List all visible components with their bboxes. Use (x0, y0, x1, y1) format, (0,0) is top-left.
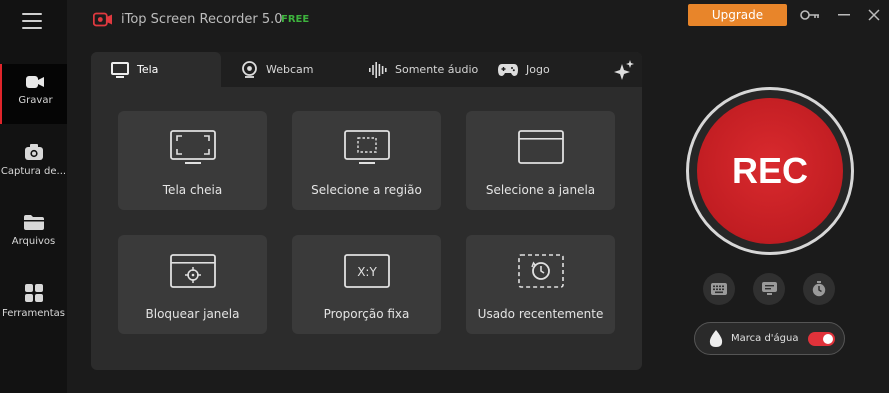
annotation-button[interactable] (753, 273, 785, 305)
rec-label: REC (731, 150, 808, 191)
sidebar-item-label: Arquivos (11, 236, 56, 247)
full-screen-icon (169, 130, 216, 164)
keyboard-button[interactable] (703, 273, 735, 305)
stopwatch-icon (812, 281, 826, 297)
tab-somente-audio[interactable]: Somente áudio (369, 52, 478, 87)
keyboard-icon (711, 283, 727, 295)
mode-label: Selecione a janela (485, 183, 596, 197)
tab-label: Somente áudio (395, 63, 479, 76)
tab-webcam[interactable]: Webcam (241, 52, 314, 87)
recent-icon (517, 254, 564, 288)
camera-icon (24, 144, 43, 160)
watermark-control: Marca d'água (694, 322, 845, 355)
recording-modes-panel: Tela Webcam Somente áudio Jogo Tela chei… (91, 52, 642, 370)
timer-button[interactable] (803, 273, 835, 305)
mode-label: Tela cheia (162, 183, 223, 197)
minimize-icon[interactable] (838, 14, 850, 16)
mode-card-usado-recentemente[interactable]: Usado recentemente (466, 235, 615, 334)
free-badge: FREE (281, 14, 310, 25)
sidebar-item-captura[interactable]: Captura de... (0, 144, 67, 204)
mode-card-tela-cheia[interactable]: Tela cheia (118, 111, 267, 210)
mode-label: Bloquear janela (145, 307, 240, 321)
sidebar-item-gravar[interactable]: Gravar (0, 64, 67, 124)
ratio-text: X:Y (357, 265, 377, 279)
lock-window-icon (169, 254, 216, 288)
video-camera-icon (25, 76, 44, 88)
sidebar-item-label: Captura de... (0, 166, 67, 177)
mode-label: Proporção fixa (323, 307, 410, 321)
mode-tab-bar: Tela Webcam Somente áudio Jogo (91, 52, 642, 87)
tab-tela[interactable]: Tela (91, 52, 221, 87)
select-window-icon (517, 130, 564, 164)
rec-button[interactable]: REC (686, 87, 854, 255)
mode-label: Usado recentemente (477, 307, 604, 321)
webcam-icon (242, 61, 257, 78)
fixed-ratio-icon: X:Y (343, 254, 390, 288)
mode-card-selecione-janela[interactable]: Selecione a janela (466, 111, 615, 210)
close-icon[interactable] (868, 9, 880, 21)
water-drop-icon (709, 329, 723, 347)
upgrade-button[interactable]: Upgrade (688, 4, 787, 26)
rec-button-inner: REC (697, 98, 843, 244)
mode-card-proporcao-fixa[interactable]: X:Y Proporção fixa (292, 235, 441, 334)
folder-icon (23, 215, 44, 230)
sidebar-item-label: Ferramentas (1, 308, 66, 319)
screen-text-icon (761, 282, 777, 295)
mode-card-selecione-regiao[interactable]: Selecione a região (292, 111, 441, 210)
app-logo-icon (93, 12, 112, 27)
sidebar-item-ferramentas[interactable]: Ferramentas (0, 284, 67, 344)
sidebar: Gravar Captura de... Arquivos Ferramenta… (0, 0, 67, 393)
tab-label: Webcam (266, 63, 314, 76)
sidebar-item-label: Gravar (18, 95, 53, 106)
watermark-toggle[interactable] (808, 332, 835, 346)
tab-jogo[interactable]: Jogo (498, 52, 550, 87)
grid-icon (24, 284, 43, 302)
tab-label: Jogo (526, 63, 550, 76)
tab-label: Tela (137, 63, 159, 76)
mode-card-bloquear-janela[interactable]: Bloquear janela (118, 235, 267, 334)
menu-icon[interactable] (22, 13, 42, 29)
monitor-icon (111, 61, 129, 78)
gamepad-icon (498, 63, 518, 76)
select-region-icon (343, 130, 390, 164)
app-title: iTop Screen Recorder 5.0 (121, 12, 283, 27)
watermark-label: Marca d'água (731, 333, 799, 344)
audio-wave-icon (369, 61, 387, 78)
sparkle-icon[interactable] (613, 60, 635, 80)
sidebar-item-arquivos[interactable]: Arquivos (0, 214, 67, 274)
key-icon[interactable] (800, 9, 820, 21)
mode-label: Selecione a região (311, 183, 422, 197)
